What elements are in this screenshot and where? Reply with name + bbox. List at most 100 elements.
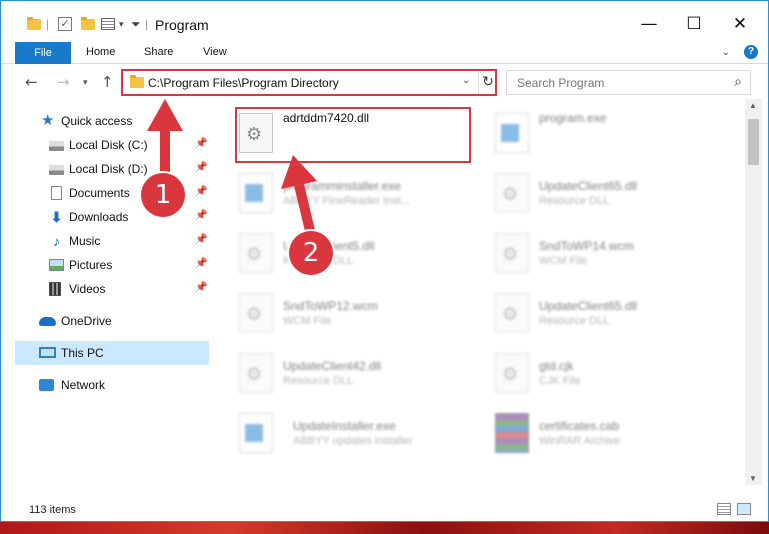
computer-icon bbox=[39, 347, 56, 358]
file-name: SndToWP12.wcm bbox=[283, 299, 378, 313]
pin-icon[interactable]: 📌 bbox=[195, 258, 207, 269]
sidebar-item-label: Downloads bbox=[69, 210, 129, 224]
file-name: UpdateInstaller.exe bbox=[293, 419, 396, 433]
chevron-down-icon[interactable]: ▾ bbox=[119, 14, 124, 34]
file-icon bbox=[495, 353, 529, 393]
file-name: certificates.cab bbox=[539, 419, 620, 433]
separator: | bbox=[46, 17, 50, 31]
tab-view[interactable]: View bbox=[203, 46, 227, 58]
cloud-icon bbox=[39, 317, 56, 326]
customize-toolbar-icon[interactable]: ⏷ bbox=[131, 14, 141, 34]
file-item[interactable]: programminstaller.exe ABBYY FineReader I… bbox=[233, 165, 483, 221]
minimize-button[interactable]: — bbox=[635, 13, 663, 37]
sidebar-item-onedrive[interactable]: OneDrive bbox=[15, 309, 209, 333]
file-name: UpdateClient42.dll bbox=[283, 359, 382, 373]
pin-icon[interactable]: 📌 bbox=[195, 282, 207, 293]
pin-icon[interactable]: 📌 bbox=[195, 186, 207, 197]
forward-button[interactable]: → bbox=[57, 73, 70, 91]
search-placeholder: Search Program bbox=[517, 76, 605, 90]
sidebar-item-label: Videos bbox=[69, 282, 106, 296]
file-type: WinRAR Archive bbox=[539, 435, 621, 447]
sidebar-item-label: Pictures bbox=[69, 258, 113, 272]
help-icon[interactable]: ? bbox=[744, 45, 758, 59]
pictures-icon bbox=[49, 259, 64, 271]
scroll-thumb[interactable] bbox=[748, 119, 759, 165]
properties-check-icon[interactable]: ✓ bbox=[58, 14, 72, 34]
step-badge-1: 1 bbox=[141, 173, 185, 217]
file-item[interactable]: UpdateClient65.dll Resource DLL bbox=[489, 285, 739, 341]
ribbon: File Home Share View ⌄ ? bbox=[1, 42, 768, 64]
file-type: WCM File bbox=[283, 315, 332, 327]
separator: | bbox=[145, 17, 149, 31]
sidebar-item-music[interactable]: ♪ Music 📌 bbox=[15, 229, 209, 253]
network-icon bbox=[39, 379, 54, 391]
exe-icon bbox=[495, 113, 529, 153]
tab-home[interactable]: Home bbox=[86, 46, 115, 58]
file-type: WCM File bbox=[539, 255, 588, 267]
file-highlight-box bbox=[235, 107, 471, 163]
dll-icon bbox=[239, 353, 273, 393]
sidebar-item-videos[interactable]: Videos 📌 bbox=[15, 277, 209, 301]
sidebar-item-label: Local Disk (D:) bbox=[69, 162, 148, 176]
window-title: Program bbox=[155, 17, 209, 33]
file-name: UpdateClient65.dll bbox=[539, 299, 638, 313]
drive-icon bbox=[49, 141, 64, 151]
file-item[interactable]: SndToWP14.wcm WCM File bbox=[489, 225, 739, 281]
large-icons-view-icon[interactable] bbox=[737, 503, 751, 515]
file-name: SndToWP14.wcm bbox=[539, 239, 634, 253]
explorer-window: | ✓ ▾ ⏷ | Program — ☐ ✕ File Home Share … bbox=[0, 0, 769, 522]
file-name: program.exe bbox=[539, 111, 607, 125]
file-type: ABBYY updates installer bbox=[293, 435, 413, 447]
dll-icon bbox=[495, 293, 529, 333]
details-view-icon[interactable] bbox=[717, 503, 731, 515]
tab-share[interactable]: Share bbox=[144, 46, 173, 58]
new-folder-icon[interactable] bbox=[81, 14, 95, 34]
search-icon[interactable]: ⌕ bbox=[734, 74, 742, 90]
recent-locations-icon[interactable]: ▾ bbox=[83, 78, 88, 88]
maximize-button[interactable]: ☐ bbox=[680, 13, 708, 37]
star-icon: ★ bbox=[41, 112, 55, 129]
properties-icon[interactable] bbox=[101, 14, 115, 34]
sidebar-item-label: OneDrive bbox=[61, 314, 112, 328]
file-item[interactable]: gtd.cjk CJK File bbox=[489, 345, 739, 401]
sidebar-item-label: Music bbox=[69, 234, 101, 248]
file-item[interactable]: SndToWP12.wcm WCM File bbox=[233, 285, 483, 341]
sidebar-item-this-pc[interactable]: This PC bbox=[15, 341, 209, 365]
vertical-scrollbar[interactable]: ▲ ▼ bbox=[745, 99, 762, 485]
dll-icon bbox=[239, 233, 273, 273]
file-item[interactable]: certificates.cab WinRAR Archive bbox=[489, 405, 739, 461]
scroll-up-icon[interactable]: ▲ bbox=[749, 101, 757, 110]
address-highlight-box bbox=[121, 69, 497, 96]
pin-icon[interactable]: 📌 bbox=[195, 234, 207, 245]
download-icon: ⬇ bbox=[50, 209, 63, 225]
annotation-arrow-1 bbox=[147, 99, 183, 183]
sidebar-item-label: This PC bbox=[61, 346, 104, 360]
sidebar-item-network[interactable]: Network bbox=[15, 373, 209, 397]
file-item[interactable]: program.exe bbox=[489, 105, 739, 161]
expand-ribbon-icon[interactable]: ⌄ bbox=[722, 47, 730, 58]
folder-icon bbox=[27, 14, 41, 34]
file-item[interactable]: UpdateClient5.dll Resource DLL bbox=[233, 225, 483, 281]
sidebar-item-label: Quick access bbox=[61, 114, 133, 128]
sidebar-item-label: Network bbox=[61, 378, 106, 392]
archive-icon bbox=[495, 413, 529, 453]
scroll-down-icon[interactable]: ▼ bbox=[749, 474, 757, 483]
up-button[interactable]: ↑ bbox=[101, 73, 114, 91]
drive-icon bbox=[49, 165, 64, 175]
music-icon: ♪ bbox=[53, 233, 60, 249]
file-type: Resource DLL bbox=[539, 195, 610, 207]
tab-file[interactable]: File bbox=[15, 42, 71, 64]
file-icon bbox=[495, 233, 529, 273]
back-button[interactable]: ← bbox=[25, 73, 38, 91]
pin-icon[interactable]: 📌 bbox=[195, 210, 207, 221]
sidebar-item-label: Local Disk (C:) bbox=[69, 138, 148, 152]
dll-icon bbox=[495, 173, 529, 213]
file-item[interactable]: UpdateInstaller.exe ABBYY updates instal… bbox=[233, 405, 483, 461]
file-item[interactable]: UpdateClient65.dll Resource DLL bbox=[489, 165, 739, 221]
close-button[interactable]: ✕ bbox=[726, 13, 754, 37]
file-icon bbox=[239, 293, 273, 333]
file-item[interactable]: UpdateClient42.dll Resource DLL bbox=[233, 345, 483, 401]
title-bar: | ✓ ▾ ⏷ | Program — ☐ ✕ bbox=[1, 1, 768, 39]
search-input[interactable]: Search Program ⌕ bbox=[506, 70, 751, 95]
sidebar-item-pictures[interactable]: Pictures 📌 bbox=[15, 253, 209, 277]
